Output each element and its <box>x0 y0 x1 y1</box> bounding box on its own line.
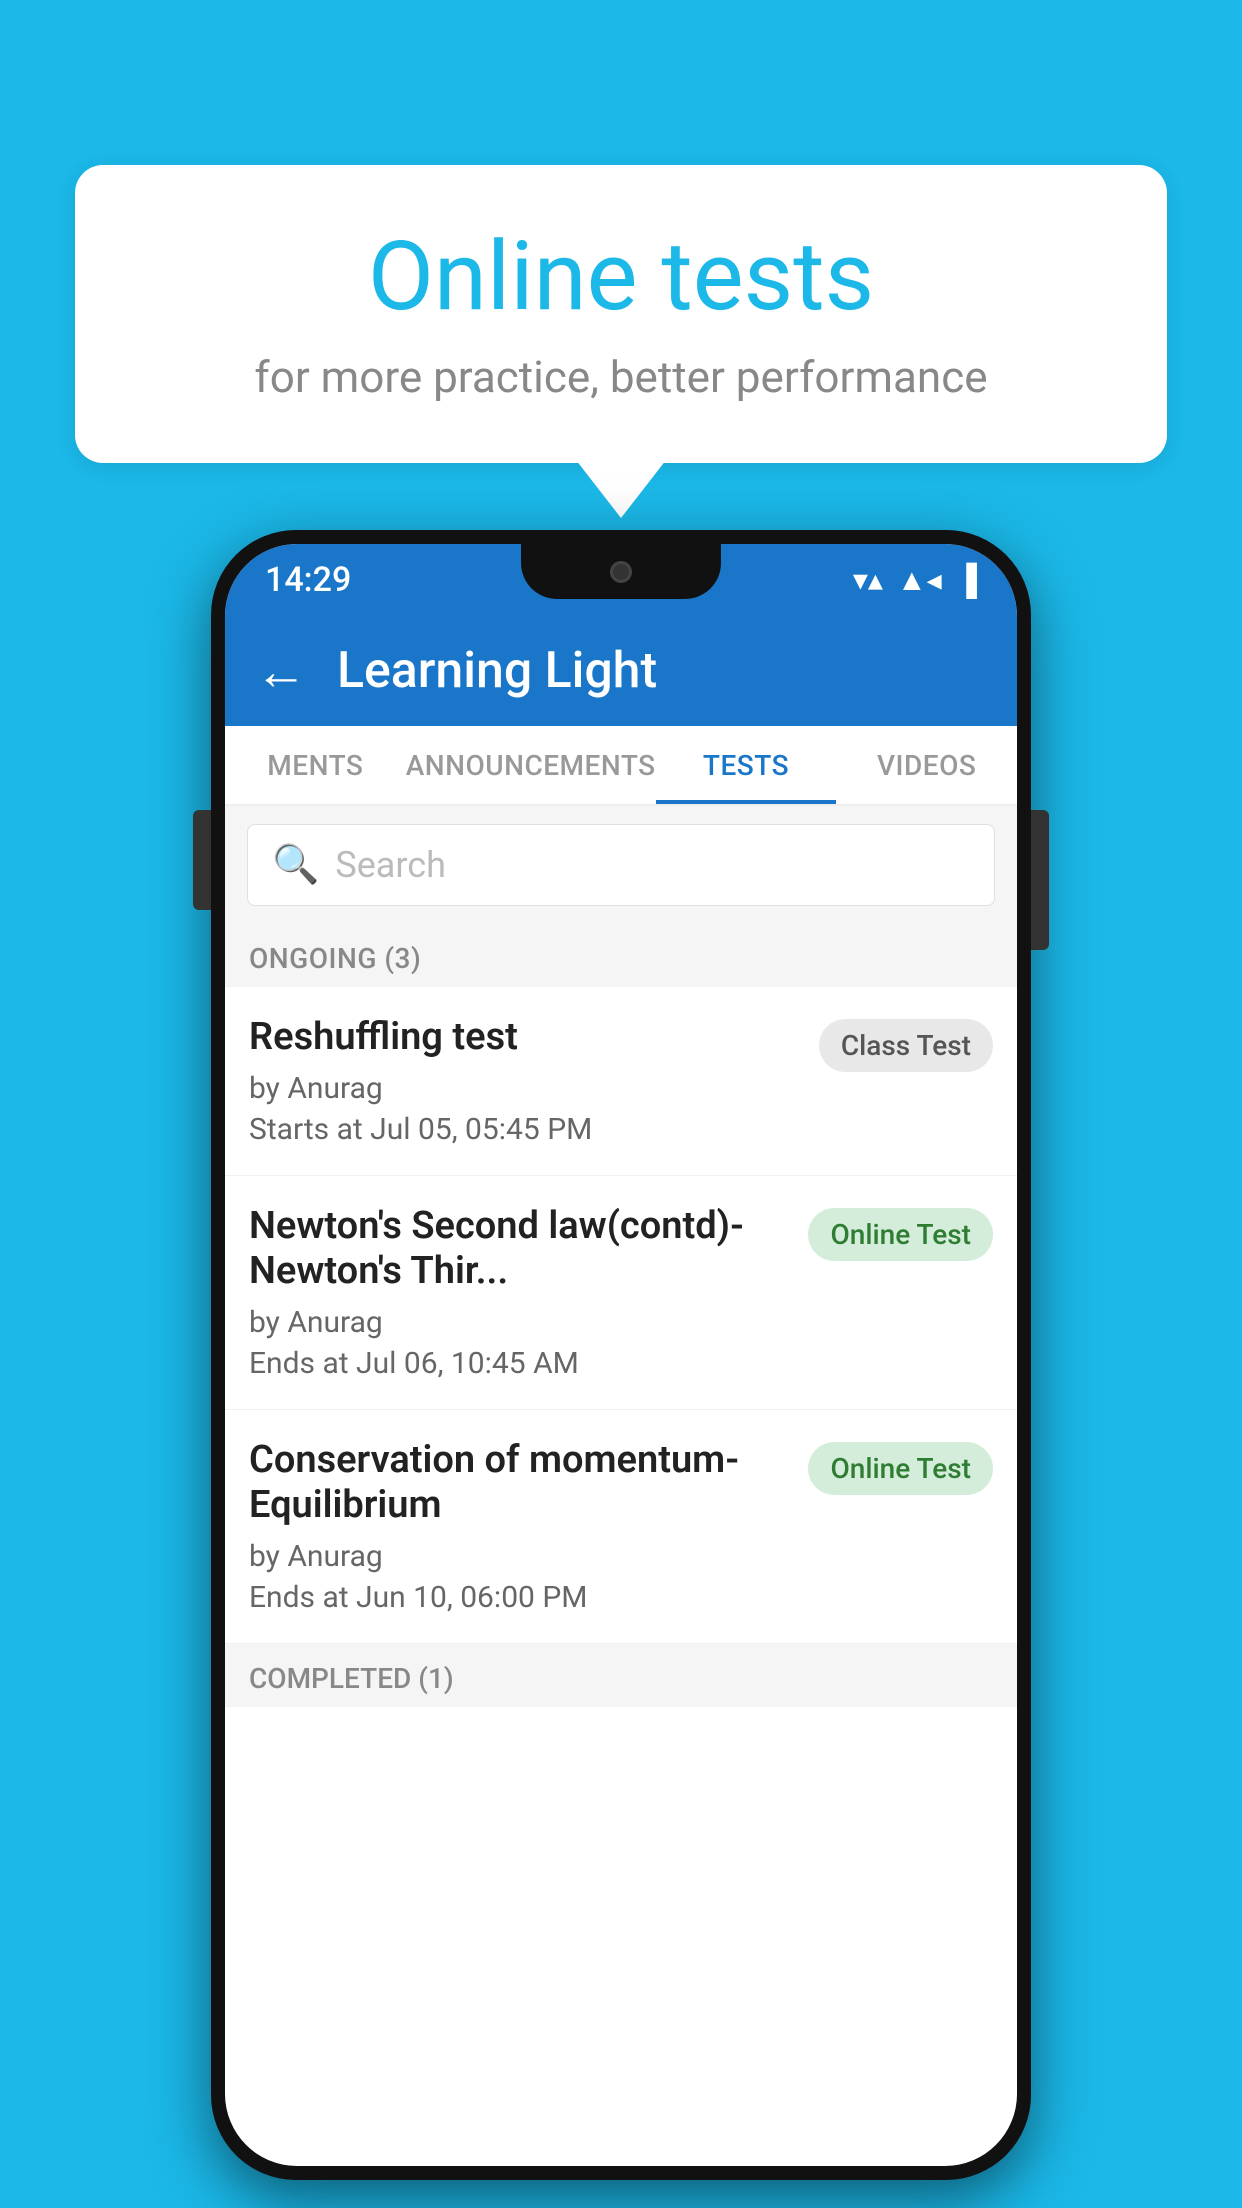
completed-section-header: COMPLETED (1) <box>225 1644 1017 1707</box>
bubble-title: Online tests <box>155 225 1087 331</box>
phone-inner: 14:29 ▾▴ ▲◂ ▐ ← Learning Light MENTS ANN… <box>225 544 1017 2166</box>
tab-videos[interactable]: VIDEOS <box>836 726 1017 804</box>
battery-icon: ▐ <box>956 563 977 598</box>
completed-label: COMPLETED (1) <box>249 1662 454 1695</box>
wifi-icon: ▾▴ <box>853 563 883 598</box>
back-button[interactable]: ← <box>255 641 307 702</box>
search-container: 🔍 Search <box>225 806 1017 924</box>
app-bar: ← Learning Light <box>225 616 1017 726</box>
test-time-2: Ends at Jul 06, 10:45 AM <box>249 1346 792 1381</box>
search-icon: 🔍 <box>272 843 319 887</box>
speech-bubble: Online tests for more practice, better p… <box>75 165 1167 463</box>
signal-icon: ▲◂ <box>897 563 942 598</box>
tab-tests[interactable]: TESTS <box>656 726 837 804</box>
search-box[interactable]: 🔍 Search <box>247 824 995 906</box>
test-time-1: Starts at Jul 05, 05:45 PM <box>249 1112 803 1147</box>
bubble-subtitle: for more practice, better performance <box>155 351 1087 403</box>
test-author-1: by Anurag <box>249 1071 803 1106</box>
test-name-2: Newton's Second law(contd)-Newton's Thir… <box>249 1204 792 1295</box>
status-time: 14:29 <box>265 560 351 600</box>
tab-announcements[interactable]: ANNOUNCEMENTS <box>406 726 656 804</box>
ongoing-label: ONGOING (3) <box>249 942 421 975</box>
status-icons: ▾▴ ▲◂ ▐ <box>853 563 977 598</box>
test-badge-2: Online Test <box>808 1208 993 1261</box>
test-list: Reshuffling test by Anurag Starts at Jul… <box>225 987 1017 1644</box>
tab-ments[interactable]: MENTS <box>225 726 406 804</box>
test-item-2[interactable]: Newton's Second law(contd)-Newton's Thir… <box>225 1176 1017 1410</box>
ongoing-section-header: ONGOING (3) <box>225 924 1017 987</box>
test-time-3: Ends at Jun 10, 06:00 PM <box>249 1580 792 1615</box>
search-input[interactable]: Search <box>335 844 446 886</box>
test-author-3: by Anurag <box>249 1539 792 1574</box>
phone-outer: 14:29 ▾▴ ▲◂ ▐ ← Learning Light MENTS ANN… <box>211 530 1031 2180</box>
test-info-2: Newton's Second law(contd)-Newton's Thir… <box>249 1204 792 1381</box>
test-badge-1: Class Test <box>819 1019 993 1072</box>
test-item-3[interactable]: Conservation of momentum-Equilibrium by … <box>225 1410 1017 1644</box>
test-author-2: by Anurag <box>249 1305 792 1340</box>
test-name-1: Reshuffling test <box>249 1015 803 1061</box>
test-badge-3: Online Test <box>808 1442 993 1495</box>
phone-notch <box>521 544 721 599</box>
tabs-container: MENTS ANNOUNCEMENTS TESTS VIDEOS <box>225 726 1017 806</box>
phone-mockup: 14:29 ▾▴ ▲◂ ▐ ← Learning Light MENTS ANN… <box>211 530 1031 2180</box>
test-name-3: Conservation of momentum-Equilibrium <box>249 1438 792 1529</box>
app-title: Learning Light <box>337 642 657 700</box>
test-info-1: Reshuffling test by Anurag Starts at Jul… <box>249 1015 803 1147</box>
front-camera <box>610 561 632 583</box>
test-item-1[interactable]: Reshuffling test by Anurag Starts at Jul… <box>225 987 1017 1176</box>
test-info-3: Conservation of momentum-Equilibrium by … <box>249 1438 792 1615</box>
